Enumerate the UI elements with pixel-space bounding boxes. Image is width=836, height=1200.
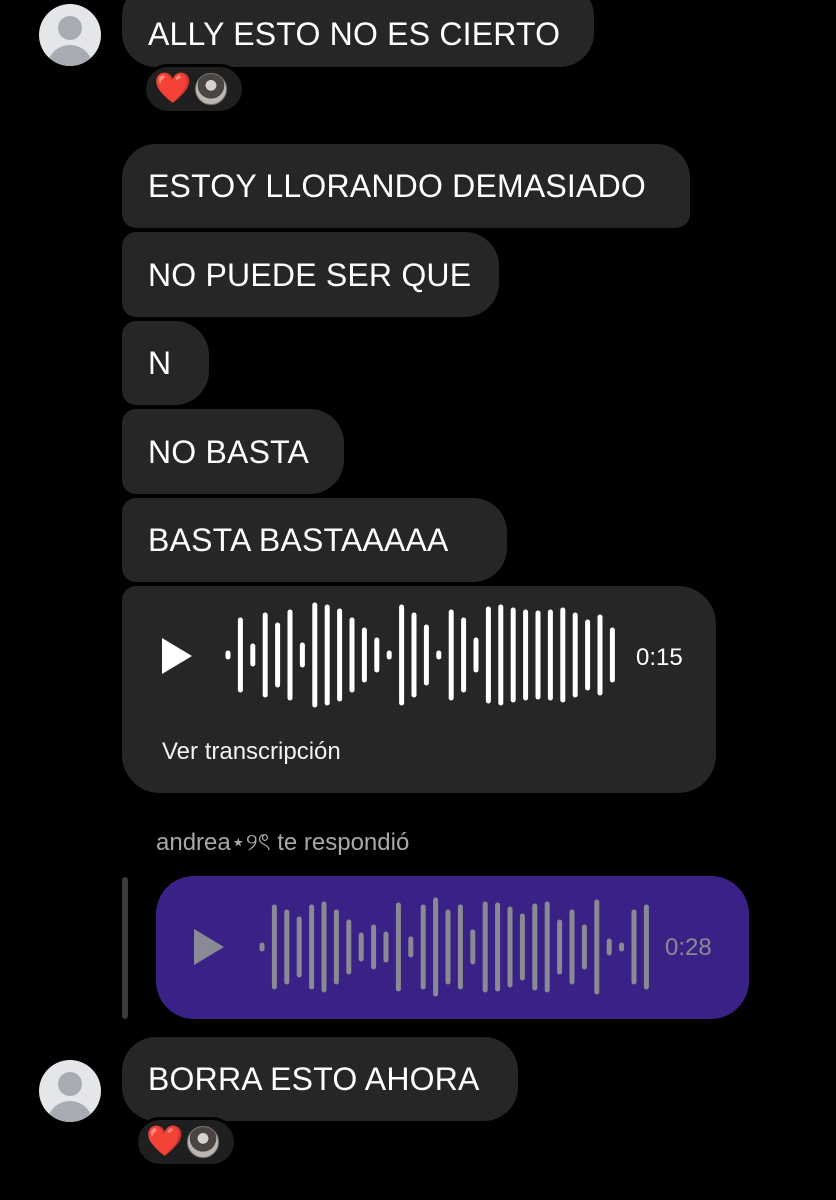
message-text: ALLY ESTO NO ES CIERTO — [148, 15, 561, 52]
waveform[interactable] — [256, 892, 656, 1002]
message-text: NO BASTA — [148, 433, 310, 470]
message-text: BASTA BASTAAAAA — [148, 522, 449, 558]
waveform[interactable] — [222, 600, 622, 710]
message-bubble[interactable]: NO PUEDE SER QUE — [122, 232, 499, 317]
reply-label: andrea⋆୨ৎ te respondió — [156, 829, 410, 856]
message-text: ESTOY LLORANDO DEMASIADO — [148, 168, 646, 204]
message-bubble[interactable]: ALLY ESTO NO ES CIERTO — [122, 0, 594, 67]
message-text: BORRA ESTO AHORA — [148, 1061, 480, 1097]
reactor-avatar — [187, 1126, 220, 1158]
avatar-head — [58, 16, 82, 40]
reaction-badge[interactable]: ❤️ — [143, 64, 245, 114]
reaction-badge[interactable]: ❤️ — [135, 1117, 237, 1167]
message-bubble[interactable]: N — [122, 321, 209, 405]
message-bubble[interactable]: BASTA BASTAAAAA — [122, 498, 507, 582]
heart-icon: ❤️ — [146, 1124, 184, 1159]
avatar-head — [58, 1072, 82, 1096]
message-bubble[interactable]: NO BASTA — [122, 409, 344, 494]
avatar-body — [47, 1101, 93, 1122]
play-icon[interactable] — [194, 929, 224, 965]
reply-indicator-line — [122, 877, 128, 1019]
reactor-avatar — [195, 73, 228, 105]
message-text: NO PUEDE SER QUE — [148, 256, 472, 293]
message-bubble[interactable]: ESTOY LLORANDO DEMASIADO — [122, 144, 690, 228]
message-bubble[interactable]: BORRA ESTO AHORA — [122, 1037, 518, 1121]
voice-message[interactable]: 0:15 Ver transcripción — [122, 586, 716, 793]
heart-icon: ❤️ — [154, 71, 192, 106]
sender-avatar[interactable] — [39, 1060, 101, 1122]
replied-voice-message[interactable]: 0:28 — [156, 876, 749, 1019]
voice-duration: 0:15 — [636, 644, 683, 671]
sender-avatar[interactable] — [39, 4, 101, 66]
message-text: N — [148, 345, 172, 381]
avatar-body — [47, 45, 93, 66]
play-icon[interactable] — [162, 638, 192, 674]
view-transcript-link[interactable]: Ver transcripción — [162, 738, 341, 766]
voice-duration: 0:28 — [665, 934, 712, 961]
